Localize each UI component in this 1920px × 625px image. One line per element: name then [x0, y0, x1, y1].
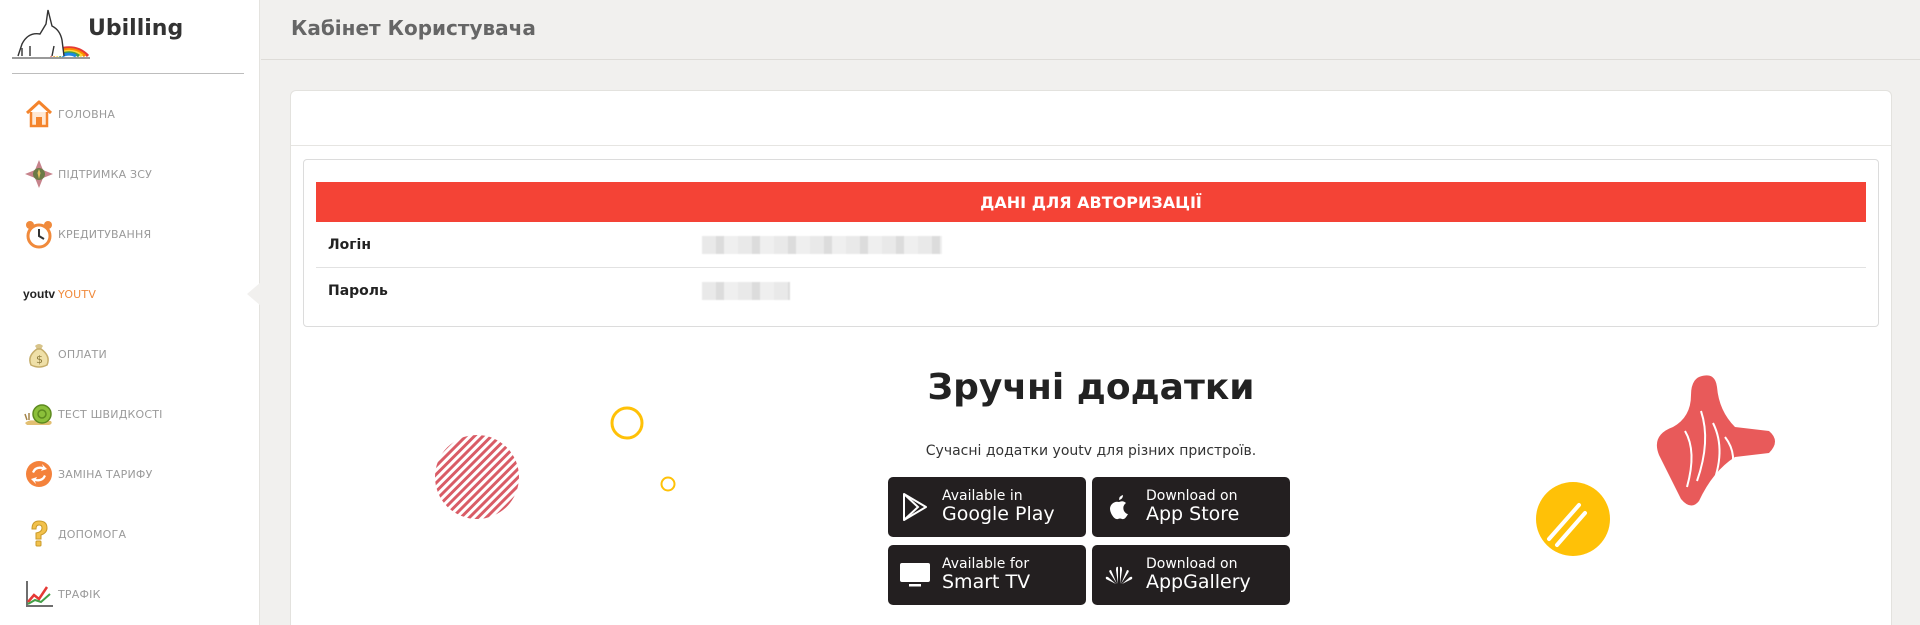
brand-name: Ubilling: [88, 16, 184, 41]
sidebar-item-home[interactable]: ГОЛОВНА: [0, 84, 260, 144]
google-play-button[interactable]: Available in Google Play: [888, 477, 1086, 537]
auth-section-title: ДАНІ ДЛЯ АВТОРИЗАЦІЇ: [316, 182, 1866, 222]
app-store-line2: App Store: [1146, 503, 1240, 526]
money-bag-icon: $: [22, 337, 56, 371]
sidebar: Ubilling ГОЛОВНА ПІДТРИМКА ЗСУ КРЕДИТУВА…: [0, 0, 261, 625]
question-icon: [22, 517, 56, 551]
sidebar-item-traffic[interactable]: ТРАФІК: [0, 564, 260, 624]
auth-data-box: ДАНІ ДЛЯ АВТОРИЗАЦІЇ Логін Пароль: [303, 159, 1879, 327]
snail-icon: [22, 397, 56, 431]
sidebar-item-payments[interactable]: $ ОПЛАТИ: [0, 324, 260, 384]
sidebar-item-army-support[interactable]: ПІДТРИМКА ЗСУ: [0, 144, 260, 204]
google-play-line1: Available in: [942, 488, 1023, 505]
smart-tv-line1: Available for: [942, 556, 1030, 573]
login-value-redacted: [702, 235, 942, 254]
svg-text:$: $: [36, 353, 43, 366]
google-play-icon: [888, 492, 942, 522]
appgallery-line2: AppGallery: [1146, 571, 1251, 594]
unicorn-rainbow-icon: [12, 9, 90, 59]
sidebar-item-label: ГОЛОВНА: [58, 107, 116, 121]
sidebar-item-label: ТРАФІК: [58, 587, 101, 601]
password-row: Пароль: [316, 268, 1866, 314]
sidebar-item-youtv[interactable]: youtv YOUTV: [0, 264, 261, 324]
google-play-line2: Google Play: [942, 503, 1055, 526]
page-title: Кабінет Користувача: [291, 16, 536, 40]
yellow-ring-small-decoration: [660, 476, 676, 492]
smart-tv-button[interactable]: Available for Smart TV: [888, 545, 1086, 605]
login-row: Логін: [316, 222, 1866, 268]
tariff-change-icon: [22, 457, 56, 491]
apps-heading: Зручні додатки: [927, 367, 1255, 408]
army-emblem-icon: [22, 157, 56, 191]
appgallery-line1: Download on: [1146, 556, 1238, 573]
sidebar-item-tariff-change[interactable]: ЗАМІНА ТАРИФУ: [0, 444, 260, 504]
password-label: Пароль: [328, 283, 388, 299]
sidebar-item-label: ТЕСТ ШВИДКОСТІ: [58, 407, 163, 421]
panel-header: [291, 91, 1891, 146]
tv-icon: [888, 562, 942, 588]
traffic-chart-icon: [22, 577, 56, 611]
huawei-icon: [1092, 564, 1146, 586]
app-store-button[interactable]: Download on App Store: [1092, 477, 1290, 537]
sidebar-item-label: YOUTV: [58, 287, 97, 301]
youtv-logo-icon: youtv: [22, 277, 56, 311]
sidebar-nav: ГОЛОВНА ПІДТРИМКА ЗСУ КРЕДИТУВАННЯ youtv…: [0, 84, 261, 624]
sidebar-item-credit[interactable]: КРЕДИТУВАННЯ: [0, 204, 260, 264]
yellow-ring-large-decoration: [610, 406, 644, 440]
yellow-circle-decoration: [1536, 482, 1610, 556]
youtv-logo-text: youtv: [22, 287, 55, 301]
smart-tv-line2: Smart TV: [942, 571, 1031, 594]
sidebar-item-label: ДОПОМОГА: [58, 527, 127, 541]
sidebar-item-help[interactable]: ДОПОМОГА: [0, 504, 260, 564]
app-store-line1: Download on: [1146, 488, 1238, 505]
main-panel: ДАНІ ДЛЯ АВТОРИЗАЦІЇ Логін Пароль Зручні…: [290, 90, 1892, 625]
sidebar-item-label: ОПЛАТИ: [58, 347, 107, 361]
alarm-clock-icon: [22, 217, 56, 251]
password-value-redacted: [702, 282, 790, 300]
home-icon: [22, 97, 56, 131]
sidebar-item-label: ЗАМІНА ТАРИФУ: [58, 467, 153, 481]
page-header: Кабінет Користувача: [261, 0, 1920, 60]
apple-icon: [1092, 493, 1146, 521]
login-label: Логін: [328, 236, 372, 253]
sidebar-item-label: КРЕДИТУВАННЯ: [58, 227, 152, 241]
sidebar-item-label: ПІДТРИМКА ЗСУ: [58, 167, 153, 181]
ubilling-logo[interactable]: Ubilling: [12, 6, 244, 74]
appgallery-button[interactable]: Download on AppGallery: [1092, 545, 1290, 605]
sidebar-item-speed-test[interactable]: ТЕСТ ШВИДКОСТІ: [0, 384, 260, 444]
apps-subtitle: Сучасні додатки youtv для різних пристро…: [925, 443, 1257, 459]
